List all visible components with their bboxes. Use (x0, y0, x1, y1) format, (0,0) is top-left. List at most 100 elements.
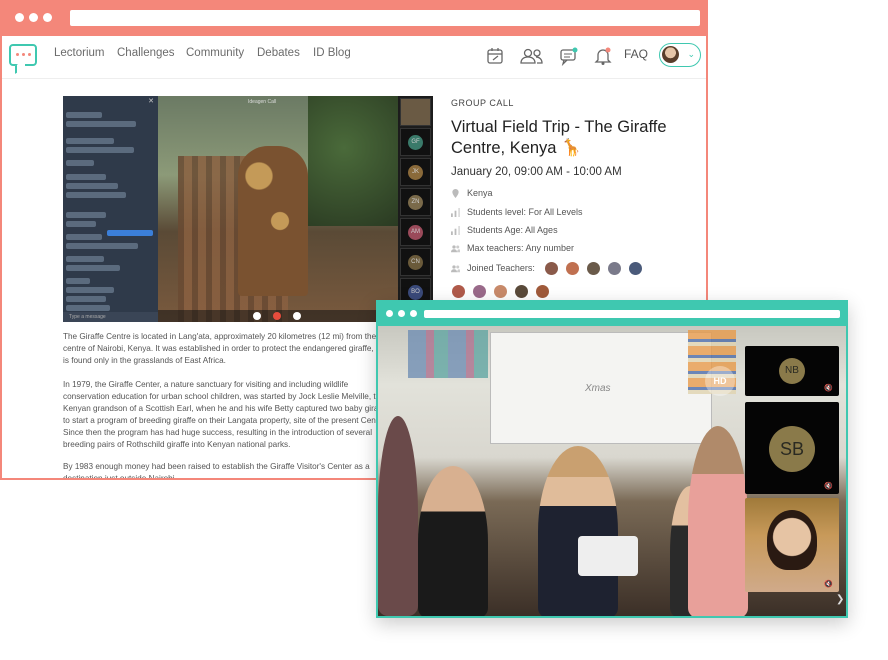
window-dot[interactable] (29, 13, 38, 22)
participant-initials: ZN (408, 195, 423, 210)
window-controls (15, 13, 52, 22)
teacher-avatar[interactable] (515, 285, 528, 298)
chevron-down-icon: ⌄ (687, 49, 695, 59)
max-teachers-row: Max teachers: Any number (451, 241, 574, 255)
call-screenshot: ✕ Type a message Ideagen Call GF JK ZN A… (63, 96, 433, 322)
event-date: January 20, 09:00 AM - 10:00 AM (451, 166, 622, 178)
top-nav: Lectorium Challenges Community Debates I… (2, 36, 706, 79)
student (418, 466, 488, 616)
chat-bubble (66, 160, 94, 166)
window-dot[interactable] (386, 310, 393, 317)
nav-debates[interactable]: Debates (257, 47, 300, 59)
chat-bubble (66, 287, 114, 293)
muted-icon: 🔇 (824, 581, 833, 588)
participant-thumb[interactable]: GF (400, 128, 431, 156)
location-pin-icon (452, 189, 459, 199)
teacher-avatar[interactable] (545, 262, 558, 275)
teacher-avatar[interactable] (452, 285, 465, 298)
muted-icon: 🔇 (824, 483, 833, 490)
participant-initials: CN (408, 255, 423, 270)
window-dot[interactable] (15, 13, 24, 22)
participant-initials: AM (408, 225, 423, 240)
people-icon[interactable] (519, 46, 545, 66)
participant-thumb[interactable]: JK (400, 158, 431, 186)
teacher-avatar[interactable] (629, 262, 642, 275)
main-video: Ideagen Call (158, 96, 398, 322)
chat-bubble (66, 305, 110, 311)
window-dot[interactable] (43, 13, 52, 22)
participant-face (767, 510, 817, 570)
chat-bubble (66, 256, 104, 262)
nav-id-blog[interactable]: ID Blog (313, 47, 351, 59)
students-age-row: Students Age: All Ages (451, 223, 558, 237)
teacher-avatar[interactable] (587, 262, 600, 275)
bell-icon[interactable] (593, 46, 613, 66)
faq-link[interactable]: FAQ (624, 47, 648, 61)
user-menu[interactable]: ⌄ (659, 43, 701, 67)
joined-teachers-row: Joined Teachers: (451, 261, 535, 275)
chat-bubble (66, 221, 96, 227)
participant-initials: JK (408, 165, 423, 180)
participant-thumb[interactable]: AM (400, 218, 431, 246)
window-dot[interactable] (398, 310, 405, 317)
nav-lectorium[interactable]: Lectorium (54, 47, 105, 59)
level-bars-icon (451, 208, 460, 218)
close-icon[interactable]: ✕ (148, 97, 154, 105)
chat-bubble-own (107, 230, 153, 236)
chat-input[interactable]: Type a message (63, 312, 158, 322)
messages-icon[interactable] (559, 46, 579, 66)
max-teachers-text: Max teachers: Any number (467, 243, 575, 253)
teacher-avatar[interactable] (536, 285, 549, 298)
teacher-avatar[interactable] (473, 285, 486, 298)
chat-bubble (66, 278, 90, 284)
description-paragraph: The Giraffe Centre is located in Lang'at… (63, 332, 390, 365)
hangup-icon[interactable] (273, 312, 281, 320)
window-dot[interactable] (410, 310, 417, 317)
participant-tile[interactable]: NB 🔇 (745, 346, 839, 396)
chevron-right-icon[interactable]: ❯ (836, 594, 844, 605)
muted-icon: 🔇 (824, 385, 833, 392)
video-call-window: Xmas HD ❯ NB 🔇 SB 🔇 🔇 (376, 300, 848, 618)
paper-sheet (578, 536, 638, 576)
nav-challenges[interactable]: Challenges (117, 47, 175, 59)
chat-bubble (66, 147, 134, 153)
chat-bubble (66, 212, 106, 218)
chat-bubble (66, 265, 120, 271)
participant-initials: BO (408, 285, 423, 300)
logo-icon[interactable] (9, 44, 37, 66)
participant-tile[interactable]: SB 🔇 (745, 402, 839, 494)
student (378, 416, 418, 616)
nav-community[interactable]: Community (186, 47, 244, 59)
hd-badge: HD (705, 366, 735, 396)
calendar-icon[interactable] (485, 46, 505, 66)
address-bar[interactable] (424, 310, 840, 318)
mic-icon[interactable] (253, 312, 261, 320)
student (688, 426, 748, 616)
participant-strip: GF JK ZN AM CN BO (398, 96, 433, 322)
chat-panel: ✕ Type a message (63, 96, 158, 322)
camera-icon[interactable] (293, 312, 301, 320)
participant-thumb[interactable]: CN (400, 248, 431, 276)
board-writing: Xmas (585, 383, 611, 394)
chat-bubble (66, 174, 106, 180)
chat-bubble (66, 296, 106, 302)
address-bar[interactable] (70, 10, 700, 26)
wall-posters (408, 330, 488, 378)
event-title: Virtual Field Trip - The Giraffe Centre,… (451, 118, 667, 157)
participant-thumb[interactable]: ZN (400, 188, 431, 216)
teacher-avatar[interactable] (608, 262, 621, 275)
students-level-row: Students level: For All Levels (451, 205, 583, 219)
event-type-label: GROUP CALL (451, 98, 514, 108)
chat-bubble (66, 183, 118, 189)
group-icon (451, 265, 460, 273)
teacher-avatar[interactable] (494, 285, 507, 298)
age-bars-icon (451, 226, 460, 236)
participant-tile[interactable]: 🔇 (745, 498, 839, 592)
location-row: Kenya (451, 186, 493, 200)
joined-teachers-text: Joined Teachers: (467, 263, 535, 273)
chat-bubble (66, 138, 114, 144)
participant-thumb[interactable] (400, 98, 431, 126)
teacher-avatar[interactable] (566, 262, 579, 275)
student (538, 446, 618, 616)
trees (308, 96, 398, 226)
